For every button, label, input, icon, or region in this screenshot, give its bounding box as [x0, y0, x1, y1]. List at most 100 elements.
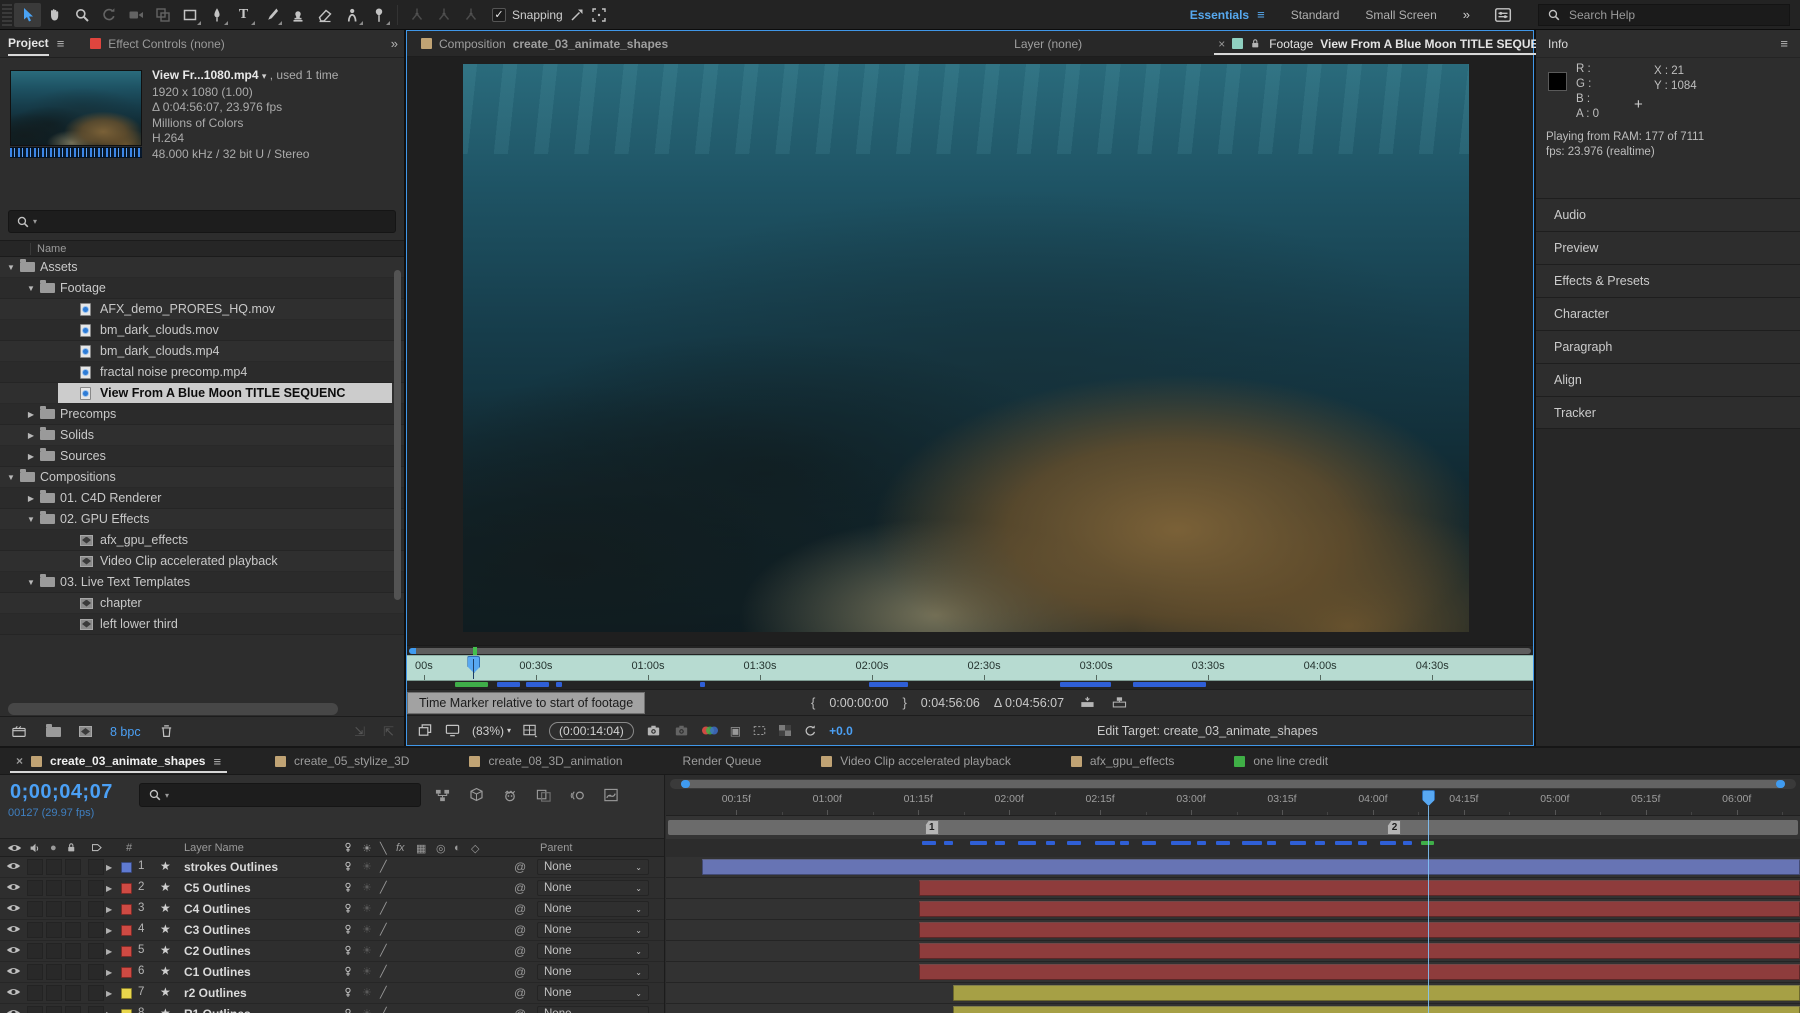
- search-help-field[interactable]: Search Help: [1538, 4, 1790, 26]
- take-snapshot-icon[interactable]: [645, 724, 662, 738]
- project-tree-item[interactable]: fractal noise precomp.mp4: [0, 362, 404, 383]
- label-cell[interactable]: [88, 943, 104, 959]
- lock-column-icon[interactable]: [66, 840, 78, 856]
- anchor-switch[interactable]: [342, 944, 354, 958]
- always-preview-icon[interactable]: [417, 723, 433, 738]
- sidebar-panel-effects-presets[interactable]: Effects & Presets: [1536, 264, 1800, 297]
- effects-switch[interactable]: ╱: [380, 923, 387, 936]
- out-point-time[interactable]: 0:04:56:06: [921, 696, 980, 710]
- world-axis-mode[interactable]: [430, 3, 457, 27]
- preview-timecode[interactable]: (0:00:14:04): [549, 722, 634, 740]
- layer-visibility-eye-icon[interactable]: [6, 945, 21, 955]
- project-search-input[interactable]: ▾: [8, 210, 396, 233]
- primary-viewer-icon[interactable]: [444, 723, 461, 738]
- lock-cell[interactable]: [65, 964, 81, 980]
- lock-cell[interactable]: [65, 859, 81, 875]
- audio-cell[interactable]: [27, 922, 43, 938]
- audio-cell[interactable]: [27, 859, 43, 875]
- audio-cell[interactable]: [27, 901, 43, 917]
- workspace-essentials[interactable]: Essentials: [1190, 8, 1249, 22]
- label-cell[interactable]: [88, 985, 104, 1001]
- zoom-tool[interactable]: [68, 3, 95, 27]
- show-channels-icon[interactable]: [701, 724, 719, 737]
- name-column-header[interactable]: Name: [0, 240, 404, 257]
- layer-visibility-eye-icon[interactable]: [6, 1008, 21, 1013]
- workspace-menu-icon[interactable]: ≡: [1257, 7, 1265, 22]
- quality-switch[interactable]: ☀: [362, 902, 372, 915]
- layer-duration-bar[interactable]: [919, 943, 1800, 959]
- timeline-tab[interactable]: one line credit: [1224, 748, 1338, 774]
- timeline-horizontal-scrollbar[interactable]: [670, 779, 1796, 789]
- project-tree-item[interactable]: bm_dark_clouds.mp4: [0, 341, 404, 362]
- tab-project[interactable]: Project: [8, 36, 49, 52]
- parent-pickwhip-icon[interactable]: @: [514, 923, 526, 937]
- anchor-switch[interactable]: [342, 902, 354, 916]
- unified-camera-tool[interactable]: [122, 3, 149, 27]
- layer-label-swatch[interactable]: [121, 925, 132, 936]
- project-tree-item[interactable]: ▶ Sources: [0, 446, 404, 467]
- quality-switch[interactable]: ☀: [362, 860, 372, 873]
- sidebar-panel-paragraph[interactable]: Paragraph: [1536, 330, 1800, 363]
- layer-name[interactable]: C4 Outlines: [184, 902, 251, 916]
- audio-cell[interactable]: [27, 943, 43, 959]
- layer-visibility-eye-icon[interactable]: [6, 861, 21, 871]
- sidebar-panel-preview[interactable]: Preview: [1536, 231, 1800, 264]
- solo-cell[interactable]: [46, 859, 62, 875]
- footage-name[interactable]: View Fr...1080.mp4: [152, 68, 259, 82]
- layer-duration-bar[interactable]: [953, 1006, 1800, 1013]
- panel-overflow-icon[interactable]: »: [391, 36, 396, 51]
- layer-visibility-eye-icon[interactable]: [6, 924, 21, 934]
- layer-name-column-header[interactable]: Layer Name: [184, 840, 244, 856]
- solo-cell[interactable]: [46, 985, 62, 1001]
- expand-layer-icon[interactable]: ▶: [106, 884, 112, 893]
- number-column-header[interactable]: #: [126, 840, 132, 856]
- effects-switch[interactable]: ╱: [380, 902, 387, 915]
- lock-cell[interactable]: [65, 901, 81, 917]
- in-point-icon[interactable]: {: [811, 695, 815, 710]
- project-tree-item[interactable]: ▶ Precomps: [0, 404, 404, 425]
- disclosure-arrow-icon[interactable]: ▶: [26, 431, 36, 440]
- parent-dropdown[interactable]: None⌄: [537, 943, 649, 959]
- layer-name[interactable]: C1 Outlines: [184, 965, 251, 979]
- project-tree-item[interactable]: View From A Blue Moon TITLE SEQUENC: [0, 383, 404, 404]
- local-axis-mode[interactable]: [403, 3, 430, 27]
- layer-name[interactable]: C2 Outlines: [184, 944, 251, 958]
- expand-layer-icon[interactable]: ▶: [106, 947, 112, 956]
- snap-extents-icon[interactable]: [591, 7, 607, 23]
- motion-blur-icon[interactable]: [569, 788, 586, 803]
- expand-layer-icon[interactable]: ▶: [106, 905, 112, 914]
- shy-icon[interactable]: [502, 788, 518, 803]
- footage-playhead[interactable]: [467, 655, 480, 681]
- snap-options-icon[interactable]: [569, 7, 585, 23]
- sidebar-panel-tracker[interactable]: Tracker: [1536, 396, 1800, 429]
- disclosure-arrow-icon[interactable]: ▼: [26, 284, 36, 293]
- close-tab-icon[interactable]: ×: [16, 754, 23, 768]
- grid-guides-icon[interactable]: [522, 723, 538, 738]
- disclosure-arrow-icon[interactable]: ▼: [6, 473, 16, 482]
- layer-row[interactable]: ▶ 2 ★ C5 Outlines ☀ ╱ @ None⌄: [0, 878, 664, 899]
- layer-row[interactable]: ▶ 4 ★ C3 Outlines ☀ ╱ @ None⌄: [0, 920, 664, 941]
- layer-name[interactable]: R1 Outlines: [184, 1007, 251, 1013]
- layer-name[interactable]: C3 Outlines: [184, 923, 251, 937]
- info-panel-title[interactable]: Info: [1548, 37, 1568, 51]
- project-tree-item[interactable]: chapter: [0, 593, 404, 614]
- effects-switch[interactable]: ╱: [380, 965, 387, 978]
- out-point-icon[interactable]: }: [902, 695, 906, 710]
- project-tree-item[interactable]: left lower third: [0, 614, 404, 635]
- parent-pickwhip-icon[interactable]: @: [514, 902, 526, 916]
- audio-cell[interactable]: [27, 985, 43, 1001]
- expand-layer-icon[interactable]: ▶: [106, 968, 112, 977]
- workspace-overflow-icon[interactable]: »: [1463, 7, 1468, 22]
- layer-label-swatch[interactable]: [121, 862, 132, 873]
- effects-switch[interactable]: ╱: [380, 881, 387, 894]
- layer-duration-bar[interactable]: [919, 964, 1800, 980]
- timeline-tab[interactable]: create_08_3D_animation: [459, 748, 632, 774]
- project-bit-depth[interactable]: 8 bpc: [110, 725, 141, 739]
- project-tree-item[interactable]: ▼ Assets: [0, 257, 404, 278]
- workspace-settings-icon[interactable]: [1494, 6, 1512, 24]
- disclosure-arrow-icon[interactable]: ▼: [6, 263, 16, 272]
- project-tree-item[interactable]: bm_dark_clouds.mov: [0, 320, 404, 341]
- solo-cell[interactable]: [46, 943, 62, 959]
- brush-tool[interactable]: [257, 3, 284, 27]
- viewer-tab-layer[interactable]: Layer (none): [1010, 31, 1086, 56]
